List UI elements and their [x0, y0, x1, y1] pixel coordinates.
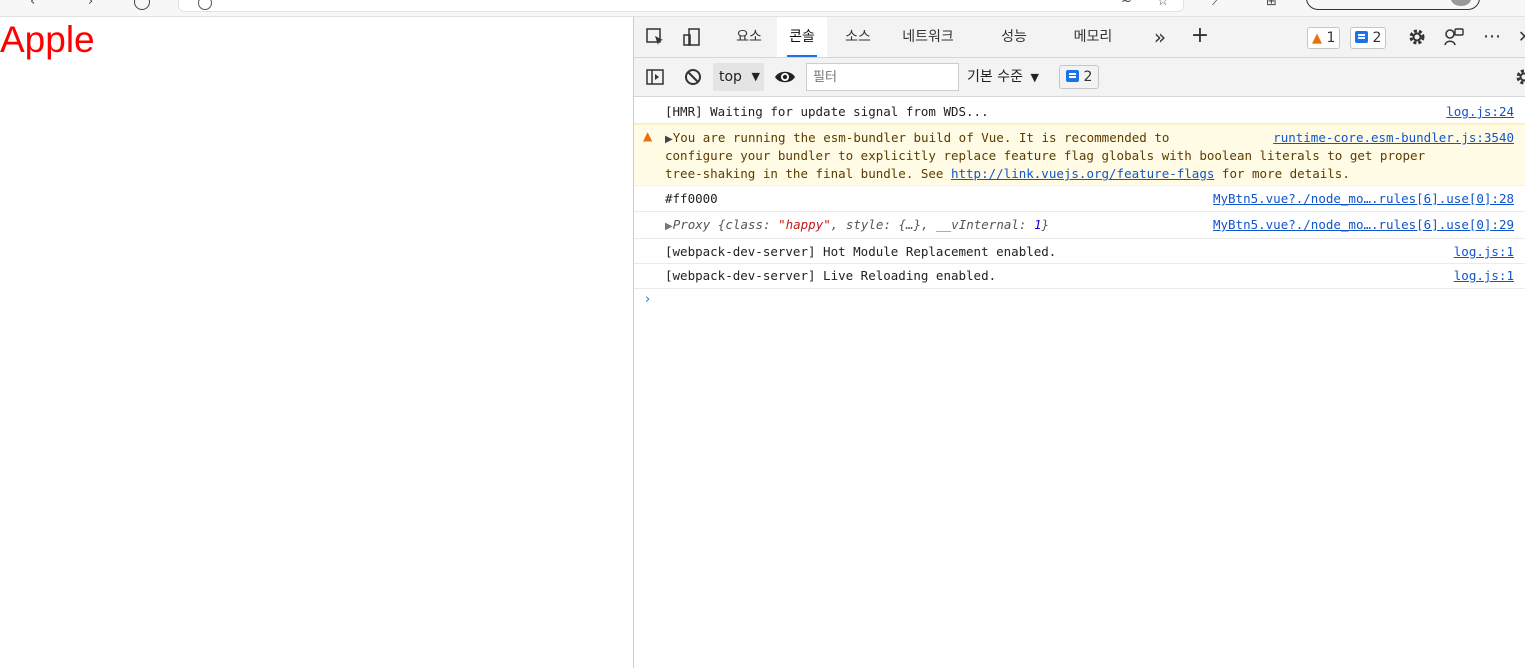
warning-icon: ▲	[643, 129, 653, 143]
log-level-select[interactable]: 기본 수준 ▼	[967, 63, 1039, 91]
console-message: #ff0000 MyBtn5.vue?./node_mo….rules[6].u…	[634, 186, 1525, 212]
message-icon	[1066, 70, 1079, 82]
browser-toolbar: ‹ › ~ ☆ ⟋ ⊞	[0, 0, 1525, 17]
log-level-value: 기본 수준	[967, 69, 1023, 85]
console-message: [HMR] Waiting for update signal from WDS…	[634, 101, 1525, 124]
warnings-count: 1	[1326, 30, 1336, 46]
sidebar-toggle-icon[interactable]	[644, 67, 666, 92]
proxy-object[interactable]: ▶Proxy {class: "happy", style: {…}, __vI…	[665, 216, 1049, 236]
warning-text-line-1: ▶You are running the esm-bundler build o…	[665, 130, 1170, 145]
warning-text-line-3: tree-shaking in the final bundle. See ht…	[665, 166, 1350, 181]
message-text: [webpack-dev-server] Hot Module Replacem…	[665, 244, 1057, 259]
warning-text-line-2: configure your bundler to explicitly rep…	[665, 148, 1426, 163]
console-warning: ▲ ▶You are running the esm-bundler build…	[634, 124, 1525, 186]
source-link[interactable]: MyBtn5.vue?./node_mo….rules[6].use[0]:29	[1213, 216, 1514, 234]
issues-count: 2	[1083, 69, 1093, 85]
settings-gear-icon[interactable]	[1406, 27, 1428, 52]
console-toolbar: top ▼ 기본 수준 ▼ 2	[634, 58, 1525, 97]
address-action-icon[interactable]: ~	[1121, 0, 1132, 9]
page-viewport: Apple	[0, 17, 633, 668]
chevron-down-icon: ▼	[1030, 71, 1039, 84]
messages-count: 2	[1372, 30, 1382, 46]
expand-triangle-icon[interactable]: ▶	[665, 134, 673, 145]
console-log: [HMR] Waiting for update signal from WDS…	[634, 97, 1525, 668]
forward-arrow-icon[interactable]: ›	[88, 0, 93, 9]
console-object: ▶Proxy {class: "happy", style: {…}, __vI…	[634, 212, 1525, 239]
source-link[interactable]: runtime-core.esm-bundler.js:3540	[1273, 129, 1514, 147]
issues-badge[interactable]: 2	[1059, 65, 1100, 89]
messages-badge[interactable]: 2	[1350, 27, 1387, 49]
favorite-icon[interactable]: ☆	[1157, 0, 1169, 9]
live-expression-eye-icon[interactable]	[773, 67, 797, 92]
device-toolbar-icon[interactable]	[680, 27, 702, 52]
source-link[interactable]: MyBtn5.vue?./node_mo….rules[6].use[0]:28	[1213, 190, 1514, 208]
console-prompt[interactable]: ›	[645, 292, 650, 307]
page-heading: Apple	[0, 19, 95, 60]
tab-console[interactable]: 콘솔	[777, 17, 827, 57]
tab-network[interactable]: 네트워크	[892, 17, 964, 57]
filter-input[interactable]	[806, 63, 959, 91]
devtools-panel: 요소 콘솔 소스 네트워크 성능 메모리 » + ▲ 1 2 ⋯ ✕ top ▼…	[633, 17, 1525, 668]
expand-triangle-icon[interactable]: ▶	[665, 221, 673, 232]
devtools-tab-bar: 요소 콘솔 소스 네트워크 성능 메모리 » + ▲ 1 2 ⋯ ✕	[634, 17, 1525, 58]
issues-badge-inner	[1066, 69, 1079, 85]
context-value: top	[719, 69, 742, 85]
tab-sources[interactable]: 소스	[836, 17, 880, 57]
console-message: [webpack-dev-server] Hot Module Replacem…	[634, 239, 1525, 264]
tab-performance[interactable]: 성능	[992, 17, 1036, 57]
message-text: [HMR] Waiting for update signal from WDS…	[665, 104, 989, 119]
warnings-badge[interactable]: ▲ 1	[1307, 27, 1341, 49]
context-select[interactable]: top ▼	[713, 63, 764, 91]
message-text: [webpack-dev-server] Live Reloading enab…	[665, 268, 997, 283]
add-tab-icon[interactable]: +	[1190, 25, 1210, 47]
source-link[interactable]: log.js:1	[1454, 267, 1514, 285]
source-link[interactable]: log.js:1	[1454, 243, 1514, 261]
message-text: #ff0000	[665, 191, 718, 206]
more-options-icon[interactable]: ⋯	[1480, 27, 1504, 47]
console-settings-gear-icon[interactable]	[1514, 67, 1525, 92]
source-link[interactable]: log.js:24	[1446, 103, 1514, 121]
chevron-down-icon: ▼	[751, 70, 760, 83]
close-devtools-icon[interactable]: ✕	[1518, 27, 1525, 47]
inspect-element-icon[interactable]	[644, 27, 666, 52]
warning-icon: ▲	[1312, 31, 1322, 46]
tab-memory[interactable]: 메모리	[1065, 17, 1121, 57]
clear-console-icon[interactable]	[682, 67, 704, 92]
address-bar[interactable]	[178, 0, 1184, 12]
message-icon	[1355, 31, 1368, 43]
customize-feedback-icon[interactable]	[1442, 27, 1466, 52]
tab-elements[interactable]: 요소	[727, 17, 771, 57]
collections-icon[interactable]: ⟋	[1212, 0, 1221, 9]
feature-flags-link[interactable]: http://link.vuejs.org/feature-flags	[951, 166, 1214, 181]
console-message: [webpack-dev-server] Live Reloading enab…	[634, 264, 1525, 289]
extensions-icon[interactable]: ⊞	[1266, 0, 1277, 9]
more-tabs-icon[interactable]: »	[1150, 27, 1170, 47]
back-arrow-icon[interactable]: ‹	[30, 0, 35, 9]
refresh-icon[interactable]	[134, 0, 150, 10]
